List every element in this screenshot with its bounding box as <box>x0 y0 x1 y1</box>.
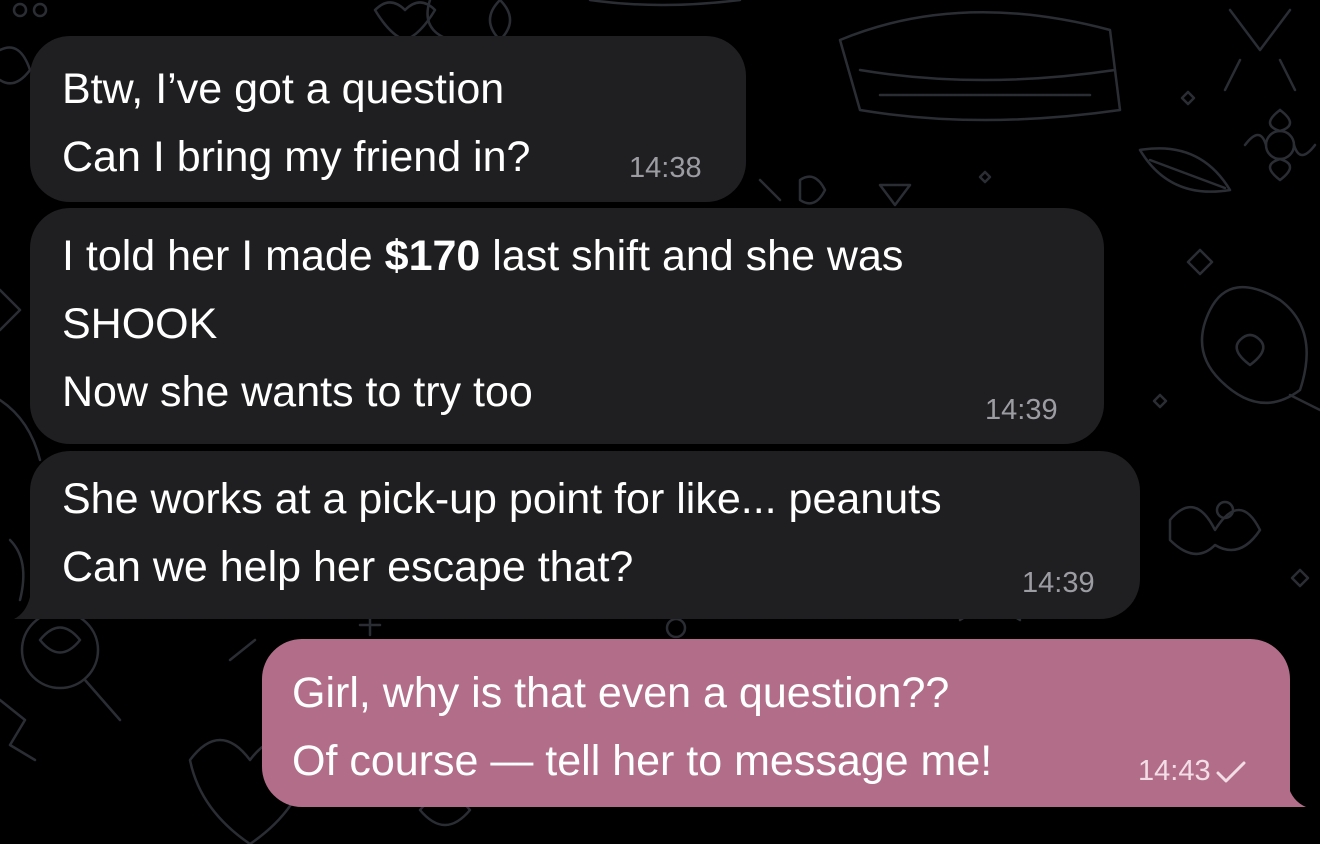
message-text-line: She works at a pick-up point for like...… <box>62 475 942 523</box>
message-text-line: Now she wants to try too <box>62 368 533 416</box>
message-text-segment: I told her I made <box>62 232 385 280</box>
message-text-line: SHOOK <box>62 300 218 348</box>
message-text-line: Btw, I’ve got a question <box>62 65 505 113</box>
incoming-bubble-tail <box>14 597 30 619</box>
message-timestamp: 14:39 <box>985 394 1058 426</box>
incoming-message-bubble[interactable]: She works at a pick-up point for like...… <box>30 451 1140 619</box>
single-check-icon <box>1216 761 1246 783</box>
incoming-message-bubble[interactable]: I told her I made $170 last shift and sh… <box>30 208 1104 444</box>
message-timestamp: 14:39 <box>1022 567 1095 599</box>
message-text-line: Can we help her escape that? <box>62 543 634 591</box>
message-timestamp: 14:38 <box>629 152 702 184</box>
chat-view[interactable]: Btw, I’ve got a question Can I bring my … <box>0 0 1320 844</box>
message-bold-amount: $170 <box>384 232 481 280</box>
outgoing-bubble-tail <box>1288 785 1306 807</box>
message-time-text: 14:43 <box>1138 755 1211 787</box>
message-text-line: I told her I made $170 last shift and sh… <box>62 222 1104 290</box>
message-text-line: Girl, why is that even a question?? <box>292 669 950 717</box>
incoming-message-bubble[interactable]: Btw, I’ve got a question Can I bring my … <box>30 36 746 202</box>
message-text-segment: last shift and she was <box>480 232 904 280</box>
message-timestamp: 14:43 <box>1138 756 1247 786</box>
outgoing-message-bubble[interactable]: Girl, why is that even a question?? Of c… <box>262 639 1290 807</box>
